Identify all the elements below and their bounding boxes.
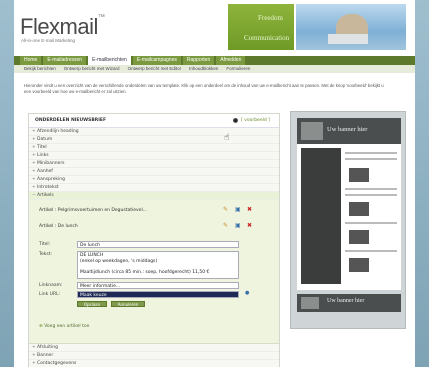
url-label: Link URL: (39, 292, 61, 297)
section-row[interactable]: + Titel (29, 144, 279, 152)
background-right (415, 0, 429, 367)
mouse-pointer-icon: ☝ (224, 133, 230, 143)
section-row[interactable]: + Banner (29, 352, 279, 360)
subnav-editor[interactable]: Ontwerp bericht met Editor (128, 65, 182, 73)
section-row[interactable]: + Afsluiting (29, 344, 279, 352)
article-item: Artikel : Pelgrimsvoertuimen en Degustat… (39, 208, 147, 213)
text-area[interactable]: DE LUNCH (enkel op weekdagen, 's middags… (77, 251, 239, 279)
add-article-link[interactable]: ⊕ Voeg een artikel toe (39, 324, 89, 329)
header-banner: Freedom Communication (228, 4, 294, 50)
section-row[interactable]: + Minibanners (29, 160, 279, 168)
subnav-inhoudblokken[interactable]: Inhoudblokken (189, 65, 218, 73)
article-item: Artikel : De lunch (39, 224, 78, 229)
delete-icon[interactable]: ✖ (247, 222, 252, 229)
section-row-open[interactable]: − Artikels (29, 192, 279, 200)
main-nav: Home E-mailadressen E-mailberichten E-ma… (14, 56, 415, 65)
edit-icon[interactable]: ✎ (223, 206, 228, 213)
section-row[interactable]: + Aanhef (29, 168, 279, 176)
collapse-icon: − (32, 193, 36, 198)
tab-emailadressen[interactable]: E-mailadressen (43, 56, 87, 65)
banner-thumbnail (301, 122, 323, 140)
section-row[interactable]: + Datum (29, 136, 279, 144)
sub-nav: Bekijk berichten Ontwerp bericht met Wiz… (14, 65, 415, 73)
preview-text-line (345, 222, 397, 224)
preview-text-line (345, 250, 397, 252)
title-field[interactable]: De lunch (77, 241, 239, 248)
preview-image (349, 258, 369, 272)
expand-icon: + (32, 361, 36, 366)
preview-text-line (345, 188, 397, 190)
expand-icon: + (32, 145, 36, 150)
logo: Flexmail™ (20, 14, 105, 39)
save-icon[interactable]: ▣ (235, 206, 241, 213)
preview-body (297, 144, 401, 290)
text-label: Tekst: (39, 252, 52, 257)
expand-icon: + (32, 137, 36, 142)
link-name-field[interactable]: Meer informatie... (77, 282, 239, 289)
expand-icon: + (32, 153, 36, 158)
header-photo (296, 4, 406, 50)
header: Flexmail™ All-in-one E-mail Marketing Fr… (14, 0, 415, 54)
cancel-button[interactable]: Annuleren (111, 301, 145, 307)
subnav-bekijk-berichten[interactable]: Bekijk berichten (24, 65, 56, 73)
template-preview: Uw banner hier Uw banner hier (290, 111, 406, 329)
panel-title: ONDERDELEN NIEUWSBRIEF (35, 118, 107, 123)
preview-image (349, 168, 369, 182)
top-banner-text: Uw banner hier (327, 126, 368, 133)
expand-icon: + (32, 353, 36, 358)
preview-image (349, 230, 369, 244)
delete-icon[interactable]: ✖ (247, 206, 252, 213)
preview-image (349, 202, 369, 216)
section-row[interactable]: + Introtekst (29, 184, 279, 192)
edit-icon[interactable]: ✎ (223, 222, 228, 229)
preview-top-banner: Uw banner hier (297, 118, 401, 144)
expand-icon: + (32, 185, 36, 190)
laptop-figure (328, 34, 368, 44)
panel-header: ONDERDELEN NIEUWSBRIEF [ voorbeeld ] (29, 114, 279, 128)
title-label: Titel: (39, 242, 51, 247)
expand-icon: + (32, 345, 36, 350)
header-line-1: Freedom (258, 14, 283, 22)
preview-sidebar (301, 148, 341, 284)
header-line-2: Communication (244, 34, 290, 42)
expand-icon: + (32, 177, 36, 182)
subnav-formulieren[interactable]: Formulieren (226, 65, 250, 73)
tab-emailcampagnes[interactable]: E-mailcampagnes (132, 56, 181, 65)
link-label: Linknaam: (39, 283, 63, 288)
section-row[interactable]: + Aanspreking (29, 176, 279, 184)
subnav-wizard[interactable]: Ontwerp bericht met Wizard (64, 65, 120, 73)
section-row[interactable]: + Links (29, 152, 279, 160)
tab-afmelden[interactable]: Afmelden (216, 56, 246, 65)
section-row[interactable]: + Afzendlijn heading (29, 128, 279, 136)
background-left (0, 0, 14, 367)
preview-text-line (345, 194, 397, 196)
preview-bottom-banner: Uw banner hier (297, 294, 401, 312)
save-button[interactable]: Opslaan (77, 301, 107, 307)
tab-rapporten[interactable]: Rapporten (182, 56, 215, 65)
expand-icon: + (32, 161, 36, 166)
bottom-banner-text: Uw banner hier (327, 298, 365, 304)
url-select[interactable]: Maak keuze (77, 291, 239, 298)
intro-text: Hieronder vindt u een overzicht van de v… (24, 83, 384, 94)
save-icon[interactable]: ▣ (235, 222, 241, 229)
expand-icon: + (32, 169, 36, 174)
tab-emailberichten[interactable]: E-mailberichten (88, 56, 131, 65)
preview-text-line (345, 158, 397, 160)
add-url-icon[interactable]: ● (245, 290, 249, 296)
banner-thumbnail (301, 297, 319, 309)
articles-editor: Artikel : Pelgrimsvoertuimen en Degustat… (29, 200, 279, 344)
preview-link[interactable]: [ voorbeeld ] (241, 118, 270, 123)
preview-radio[interactable] (233, 118, 238, 123)
app-frame: Flexmail™ All-in-one E-mail Marketing Fr… (14, 0, 415, 367)
sections-panel: ONDERDELEN NIEUWSBRIEF [ voorbeeld ] + Af… (28, 113, 280, 367)
preview-text-line (345, 152, 397, 154)
section-row[interactable]: + Contactgegevens (29, 360, 279, 367)
expand-icon: + (32, 129, 36, 134)
tagline: All-in-one E-mail Marketing (21, 38, 76, 43)
tab-home[interactable]: Home (20, 56, 42, 65)
